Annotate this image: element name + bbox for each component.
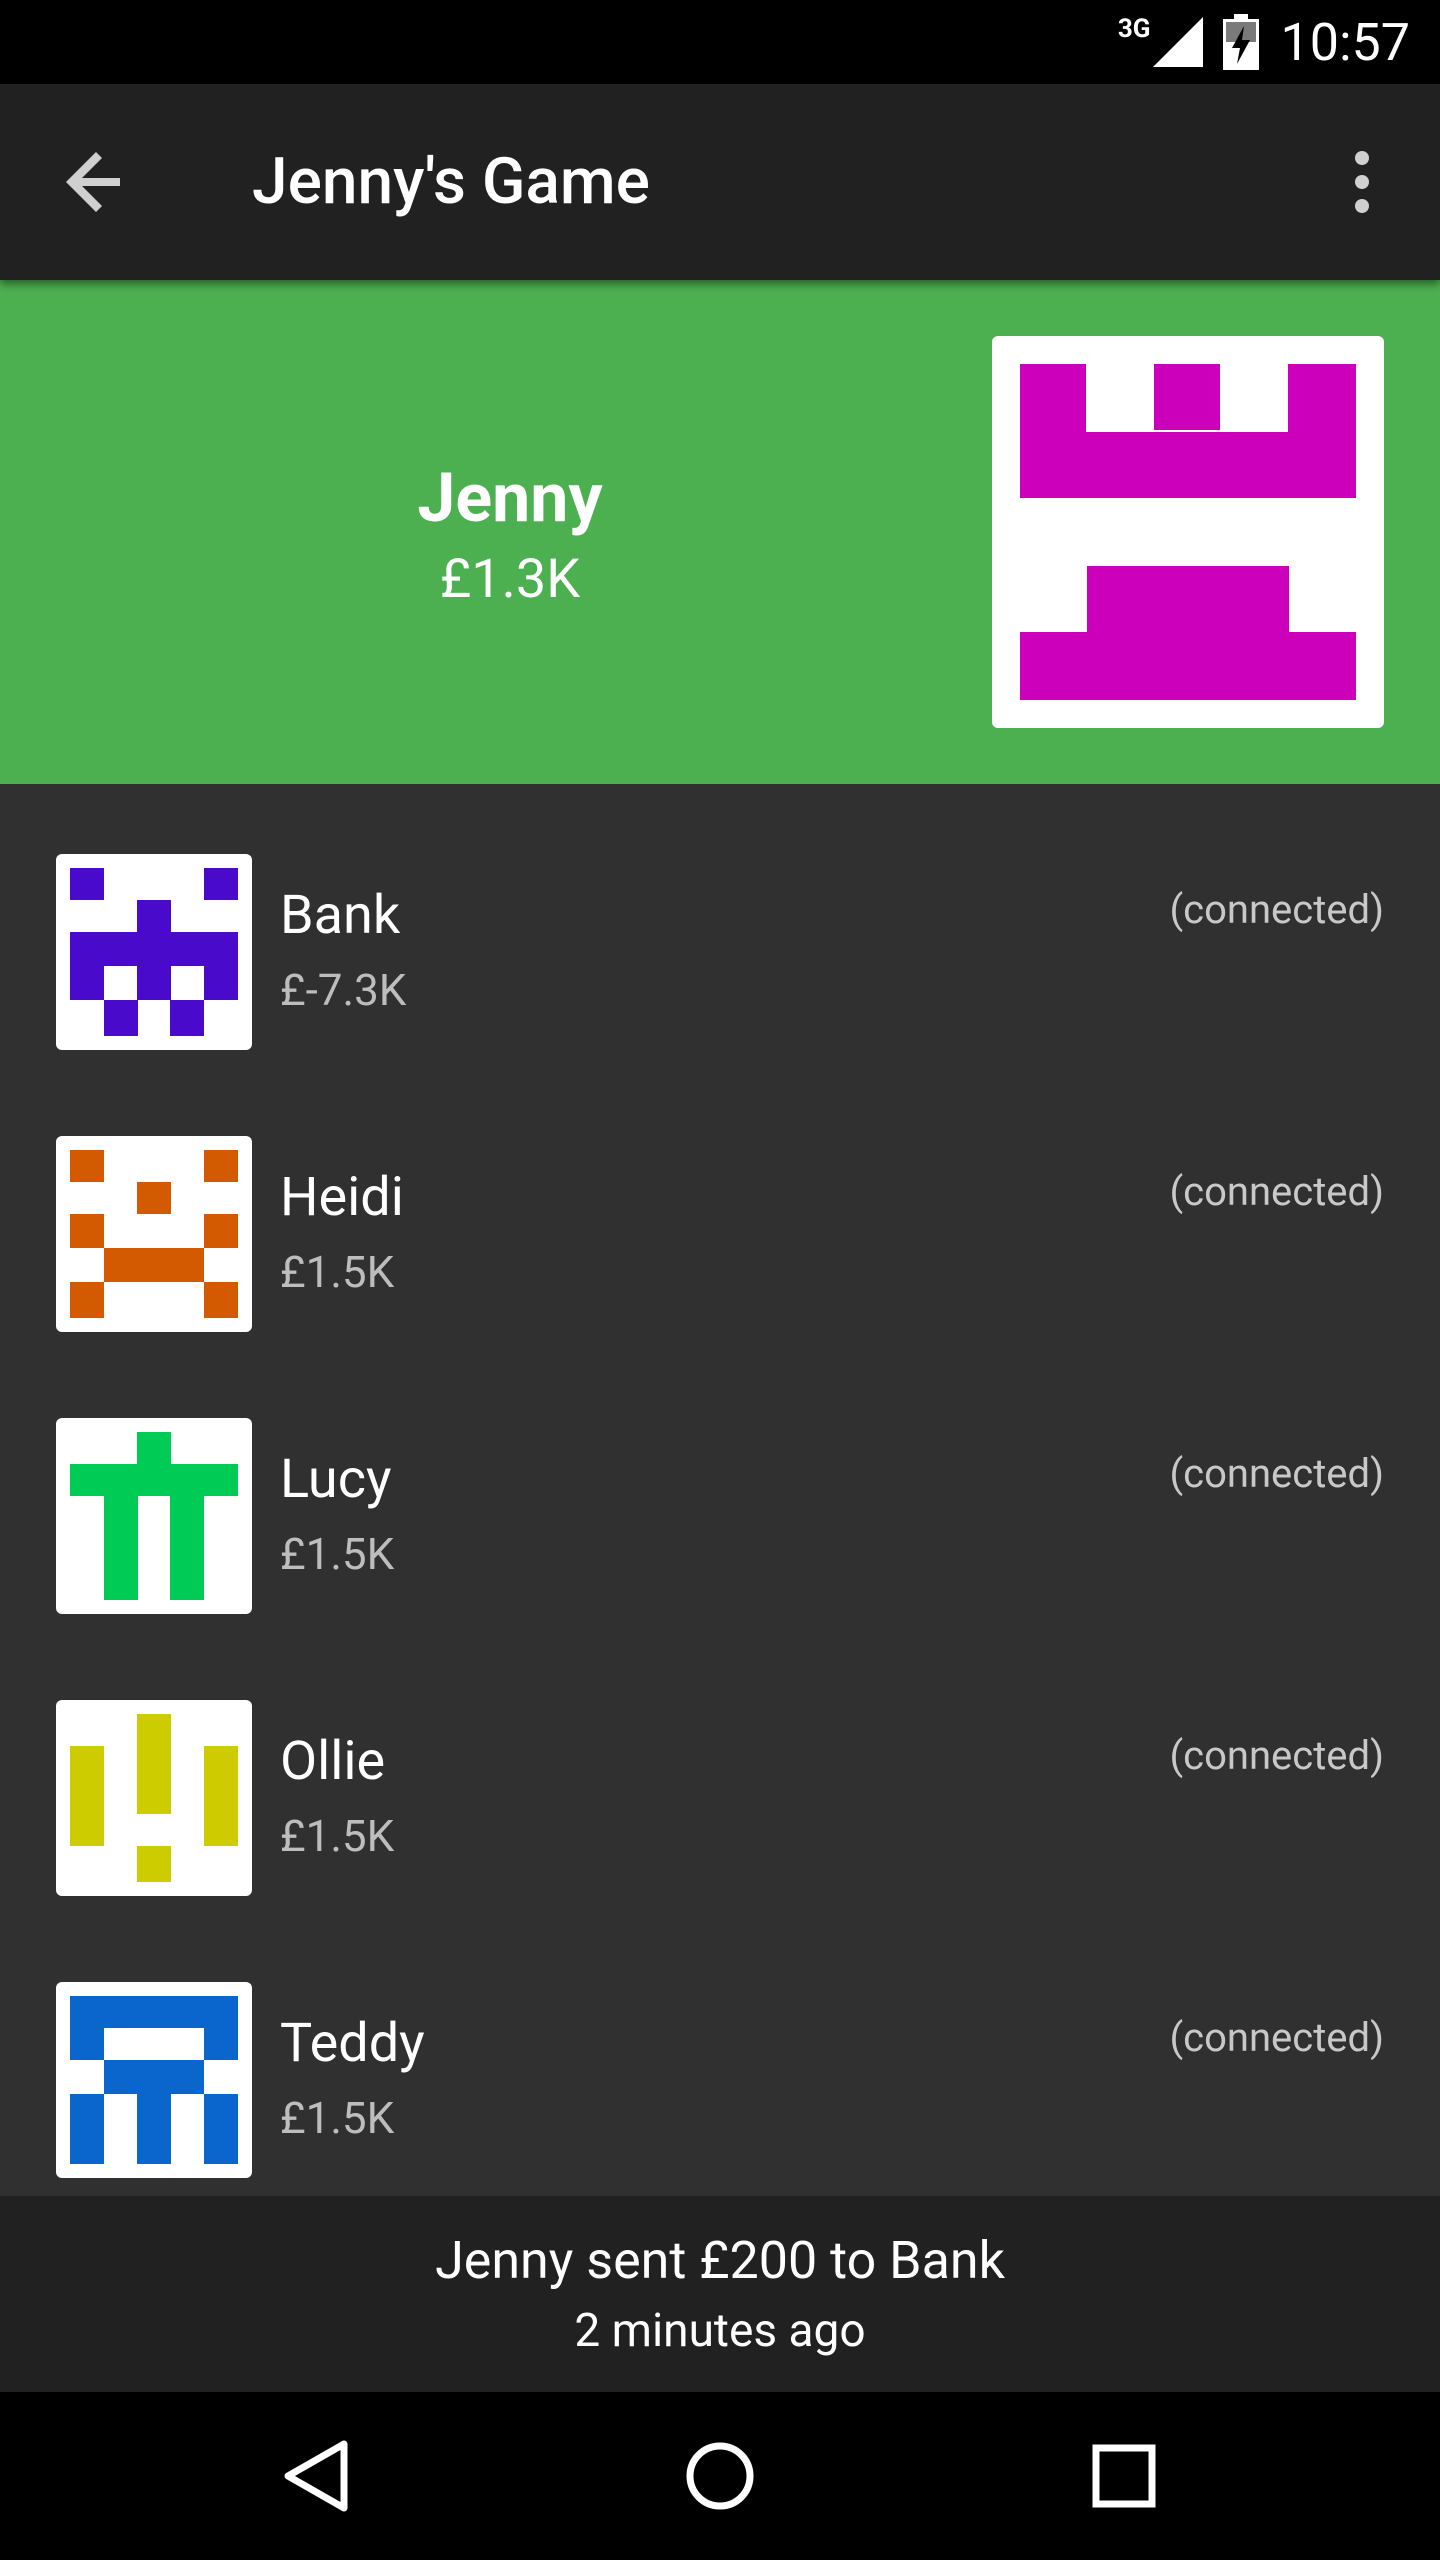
clock: 10:57 (1280, 11, 1411, 73)
triangle-back-icon[interactable] (266, 2426, 366, 2526)
current-player-avatar (992, 336, 1384, 728)
player-balance: £-7.3K (280, 964, 407, 1016)
identicon-bank (70, 868, 238, 1036)
player-balance: £1.5K (280, 1810, 395, 1862)
network-type: 3G (1117, 14, 1151, 44)
connection-status: (connected) (1169, 1732, 1384, 1779)
list-item-lucy[interactable]: Lucy £1.5K (connected) (0, 1348, 1440, 1630)
identicon-teddy (70, 1996, 238, 2164)
square-recents-icon[interactable] (1074, 2426, 1174, 2526)
app-bar: Jenny's Game (0, 84, 1440, 280)
status-bar: 3G 10:57 (0, 0, 1440, 84)
identicon-ollie (70, 1714, 238, 1882)
page-title: Jenny's Game (252, 144, 650, 219)
app-root: 3G 10:57 Jenny's Game Jenny £1.3K Bank £… (0, 0, 1440, 2560)
connection-status: (connected) (1169, 1450, 1384, 1497)
connection-status: (connected) (1169, 1168, 1384, 1215)
list-item-ollie[interactable]: Ollie £1.5K (connected) (0, 1630, 1440, 1912)
player-name: Ollie (280, 1730, 386, 1793)
current-player-card[interactable]: Jenny £1.3K (0, 280, 1440, 784)
player-balance: £1.5K (280, 1528, 395, 1580)
player-balance: £1.5K (280, 1246, 395, 1298)
identicon-jenny (1020, 364, 1356, 700)
player-avatar (56, 1700, 252, 1896)
player-balance: £1.5K (280, 2092, 395, 2144)
player-name: Teddy (280, 2012, 425, 2075)
player-avatar (56, 1982, 252, 2178)
player-name: Bank (280, 884, 401, 947)
player-name: Lucy (280, 1448, 392, 1511)
player-avatar (56, 854, 252, 1050)
player-name: Heidi (280, 1166, 404, 1229)
list-item-teddy[interactable]: Teddy £1.5K (connected) (0, 1912, 1440, 2194)
current-player-balance: £1.3K (439, 548, 581, 611)
arrow-back-icon[interactable] (56, 142, 136, 222)
system-nav-bar (0, 2392, 1440, 2560)
player-avatar (56, 1418, 252, 1614)
more-vert-icon[interactable] (1330, 142, 1394, 222)
transaction-time: 2 minutes ago (574, 2304, 866, 2358)
identicon-lucy (70, 1432, 238, 1600)
list-item-bank[interactable]: Bank £-7.3K (connected) (0, 784, 1440, 1066)
latest-transaction[interactable]: Jenny sent £200 to Bank 2 minutes ago (0, 2196, 1440, 2392)
current-player-name: Jenny (417, 458, 603, 538)
connection-status: (connected) (1169, 2014, 1384, 2061)
signal-icon (1152, 17, 1203, 67)
list-item-heidi[interactable]: Heidi £1.5K (connected) (0, 1066, 1440, 1348)
player-list[interactable]: Bank £-7.3K (connected) Heidi £1.5K (con… (0, 784, 1440, 2196)
circle-home-icon[interactable] (670, 2426, 770, 2526)
player-avatar (56, 1136, 252, 1332)
connection-status: (connected) (1169, 886, 1384, 933)
identicon-heidi (70, 1150, 238, 1318)
transaction-message: Jenny sent £200 to Bank (435, 2230, 1005, 2291)
battery-charging-icon (1222, 14, 1259, 70)
